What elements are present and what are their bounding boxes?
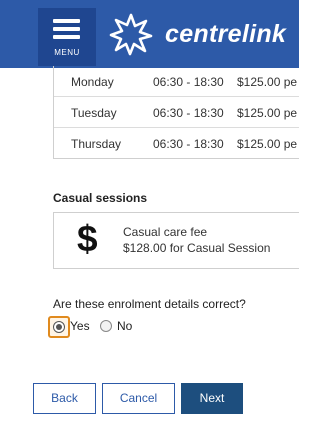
confirm-question: Are these enrolment details correct? xyxy=(53,297,246,311)
cancel-button[interactable]: Cancel xyxy=(102,383,175,414)
row-fee: $125.00 pe xyxy=(237,75,298,89)
table-row: Monday 06:30 - 18:30 $125.00 pe xyxy=(54,66,299,97)
casual-fee-amount: $128.00 for Casual Session xyxy=(123,241,271,255)
row-time: 06:30 - 18:30 xyxy=(153,106,224,120)
table-row: Thursday 06:30 - 18:30 $125.00 pe xyxy=(54,128,299,158)
app-header: MENU centrelink xyxy=(0,0,299,68)
row-fee: $125.00 pe xyxy=(237,106,298,120)
menu-button[interactable]: MENU xyxy=(38,8,96,66)
radio-yes-label[interactable]: Yes xyxy=(70,319,90,333)
back-button[interactable]: Back xyxy=(33,383,96,414)
menu-label: MENU xyxy=(54,48,80,57)
row-fee: $125.00 pe xyxy=(237,137,298,151)
row-day: Thursday xyxy=(71,137,122,151)
row-day: Tuesday xyxy=(71,106,117,120)
dollar-icon: $ xyxy=(77,218,98,259)
table-row: Tuesday 06:30 - 18:30 $125.00 pe xyxy=(54,97,299,128)
radio-no-label[interactable]: No xyxy=(117,319,132,333)
radio-no[interactable] xyxy=(100,320,112,332)
app-logo-text: centrelink xyxy=(165,20,287,48)
hamburger-icon xyxy=(53,19,80,43)
row-time: 06:30 - 18:30 xyxy=(153,137,224,151)
casual-sessions-heading: Casual sessions xyxy=(53,191,148,205)
radio-yes-focus[interactable] xyxy=(48,316,70,338)
next-button[interactable]: Next xyxy=(181,383,243,414)
row-day: Monday xyxy=(71,75,114,89)
radio-yes[interactable] xyxy=(53,321,65,333)
casual-fee-card: $ Casual care fee $128.00 for Casual Ses… xyxy=(53,212,299,269)
row-time: 06:30 - 18:30 xyxy=(153,75,224,89)
centrelink-star-icon xyxy=(109,13,153,56)
casual-fee-label: Casual care fee xyxy=(123,225,208,239)
session-schedule-table: Monday 06:30 - 18:30 $125.00 pe Tuesday … xyxy=(53,66,299,159)
